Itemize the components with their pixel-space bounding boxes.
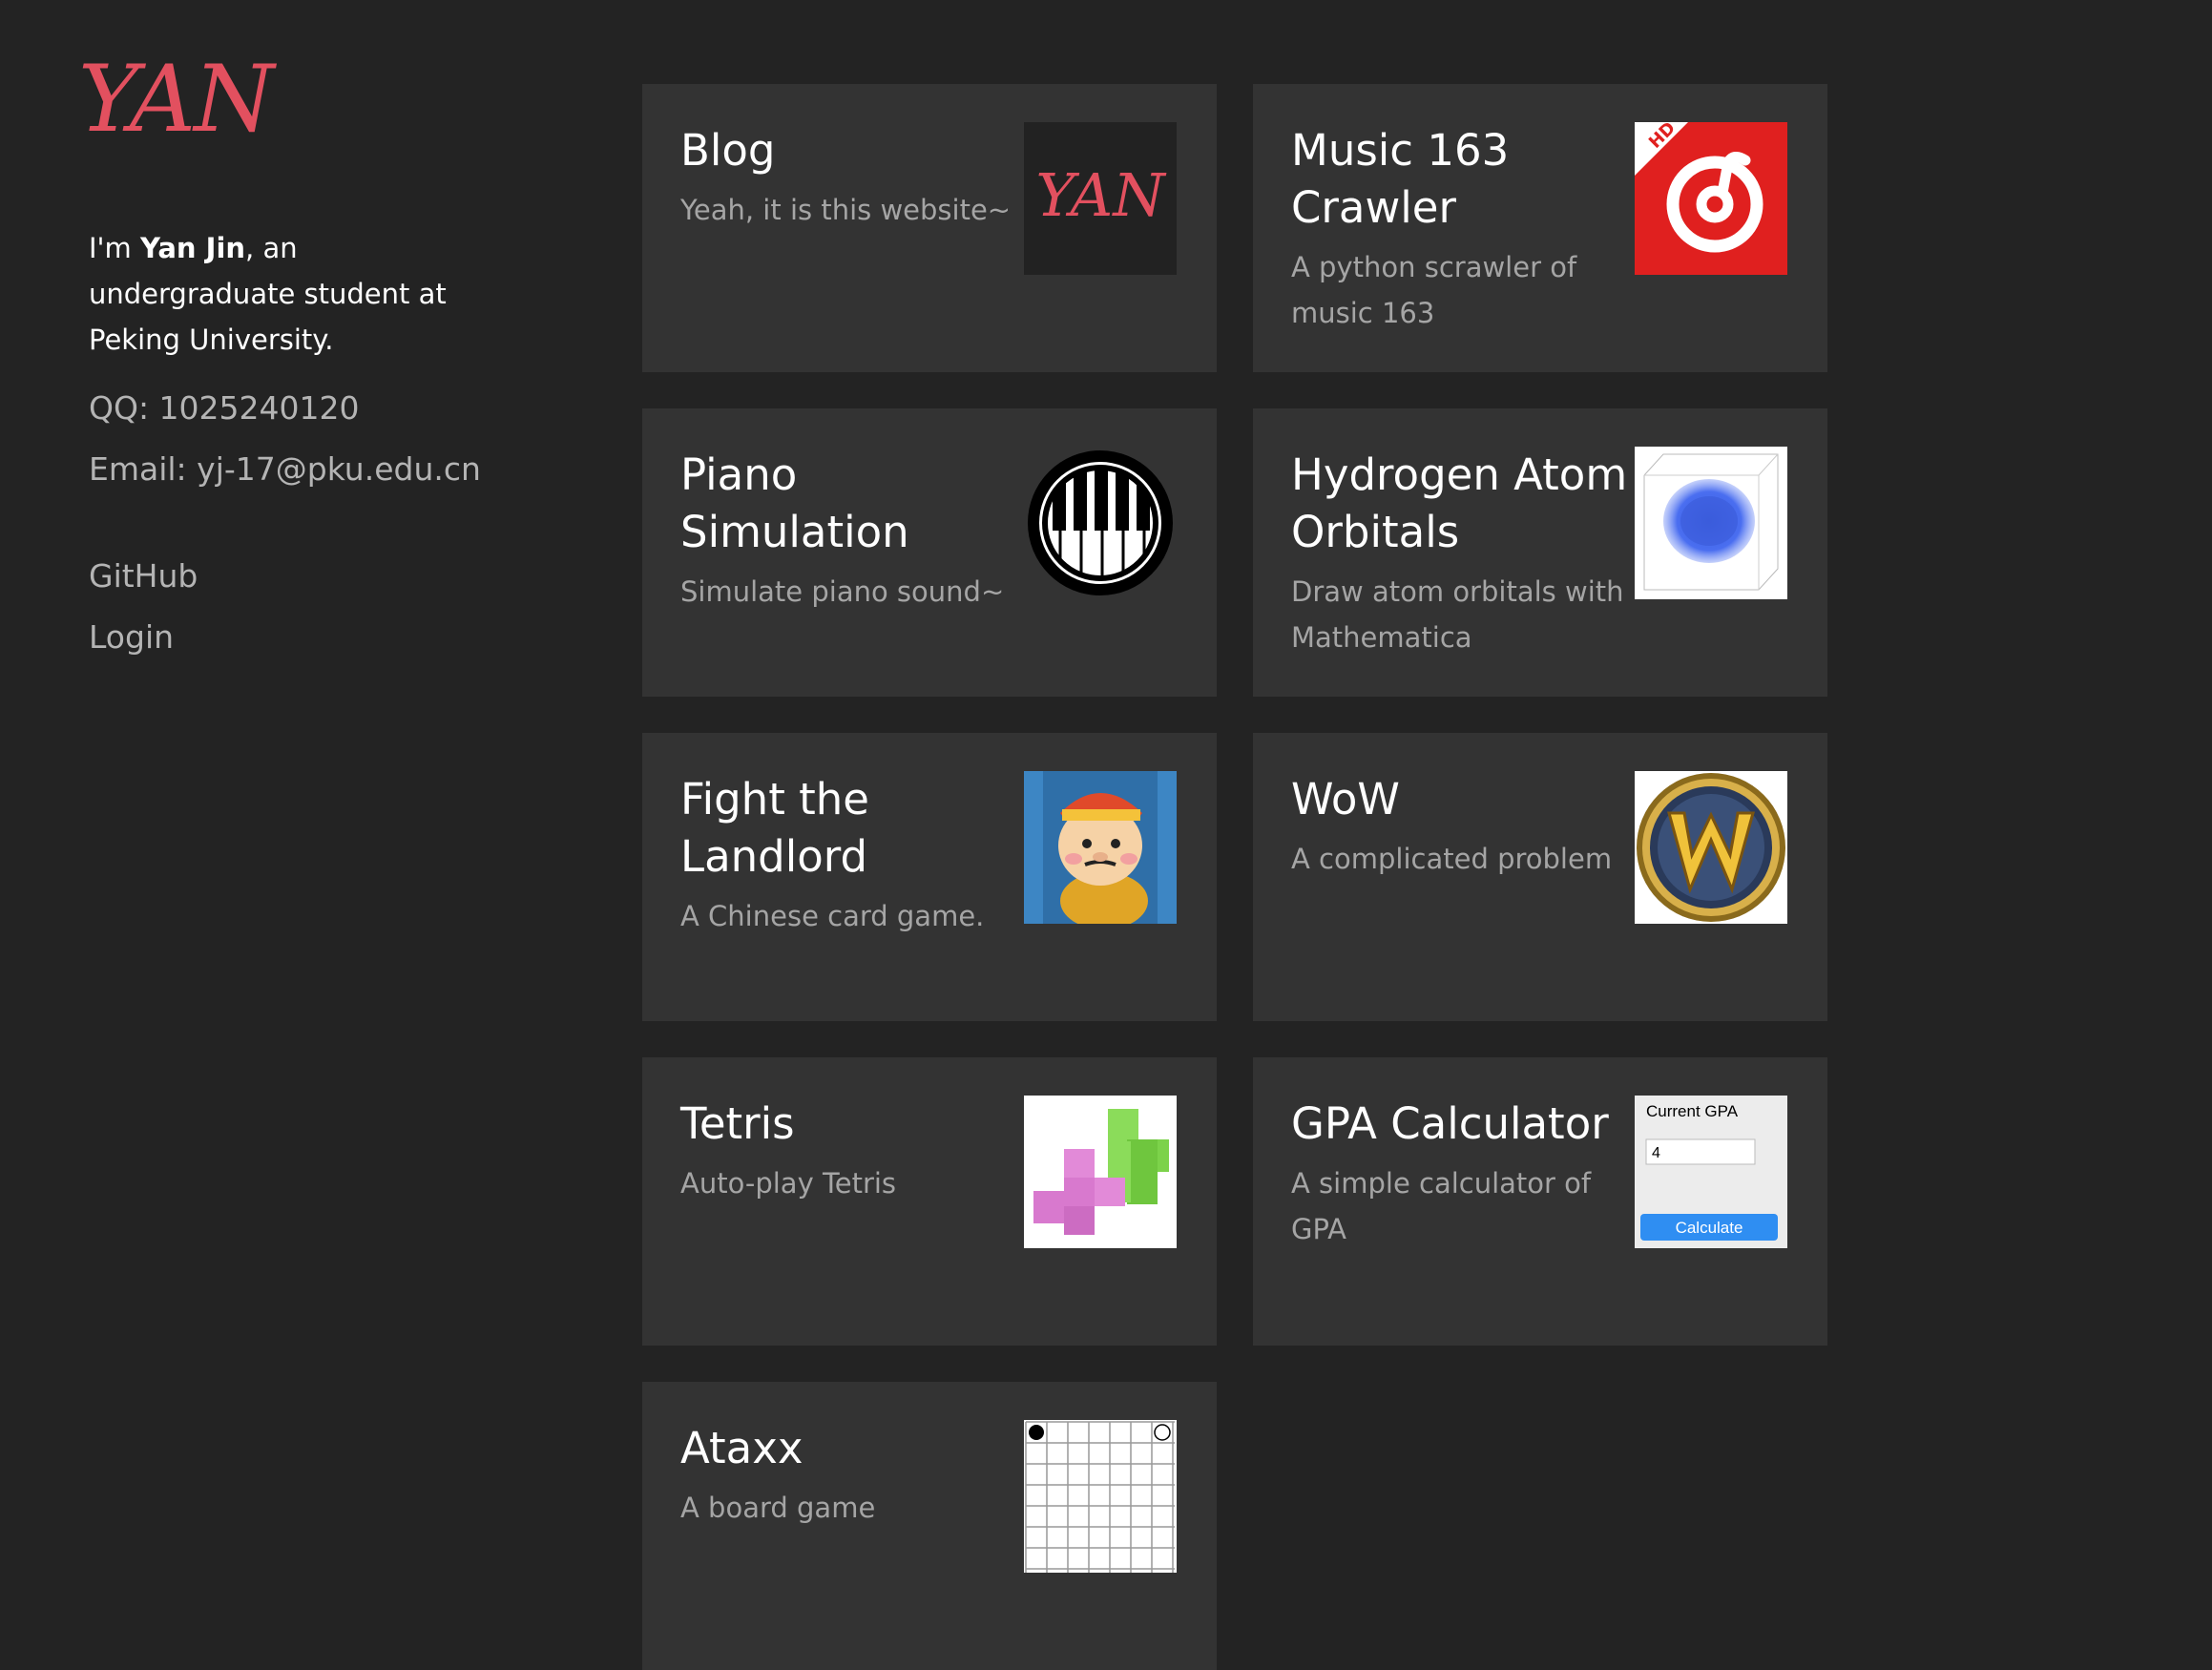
svg-text:4: 4 [1652, 1145, 1660, 1161]
card-description: Yeah, it is this website~ [680, 194, 1012, 226]
project-card-tetris[interactable]: Tetris Auto-play Tetris [642, 1057, 1217, 1346]
card-title: WoW [1291, 774, 1400, 825]
card-title: Hydrogen Atom Orbitals [1291, 449, 1628, 557]
yan-logo-thumb: YAN [1024, 122, 1177, 275]
orbital-plot [1635, 447, 1787, 599]
github-link[interactable]: GitHub [89, 557, 198, 595]
card-description: A Chinese card game. [680, 900, 985, 932]
card-title: Music 163 Crawler [1291, 125, 1510, 233]
card-title: Ataxx [680, 1423, 803, 1473]
white-piece [1154, 1424, 1171, 1441]
card-description: A simple calculator of GPA [1291, 1167, 1592, 1245]
card-description: A board game [680, 1492, 876, 1524]
card-description: Simulate piano sound~ [680, 575, 1005, 608]
card-description: A complicated problem [1291, 843, 1613, 875]
svg-text:Current GPA: Current GPA [1646, 1102, 1739, 1120]
netease-music-icon: HD [1635, 122, 1787, 275]
qq-contact: QQ: 1025240120 [89, 389, 360, 427]
tetris-blocks-icon [1024, 1096, 1177, 1248]
card-description: Auto-play Tetris [680, 1167, 897, 1200]
intro-name: Yan Jin [140, 232, 246, 264]
project-card-gpa[interactable]: GPA Calculator A simple calculator of GP… [1253, 1057, 1827, 1346]
gpa-calculator-thumb: Current GPA 4 Calculate [1635, 1096, 1787, 1248]
piano-icon [1024, 447, 1177, 599]
intro-prefix: I'm [89, 232, 140, 264]
project-card-piano[interactable]: Piano Simulation Simulate piano sound~ [642, 408, 1217, 697]
site-logo[interactable]: YAN [78, 53, 274, 145]
login-link[interactable]: Login [89, 618, 174, 656]
black-piece [1029, 1425, 1044, 1440]
card-description: Draw atom orbitals with Mathematica [1291, 575, 1624, 654]
card-description: A python scrawler of music 163 [1291, 251, 1577, 329]
project-card-blog[interactable]: Blog Yeah, it is this website~ YAN [642, 84, 1217, 372]
project-card-wow[interactable]: WoW A complicated problem [1253, 733, 1827, 1021]
card-title: Piano Simulation [680, 449, 909, 557]
email-contact: Email: yj-17@pku.edu.cn [89, 450, 481, 488]
card-title: GPA Calculator [1291, 1098, 1609, 1149]
landlord-character-icon [1024, 771, 1177, 924]
card-title: Fight the Landlord [680, 774, 869, 882]
project-card-music163[interactable]: Music 163 Crawler A python scrawler of m… [1253, 84, 1827, 372]
intro-text: I'm Yan Jin, an undergraduate student at… [89, 225, 509, 363]
sidebar: YAN I'm Yan Jin, an undergraduate studen… [0, 0, 592, 1531]
svg-text:YAN: YAN [1035, 160, 1167, 230]
card-title: Tetris [680, 1098, 795, 1149]
ataxx-board-thumb [1024, 1420, 1177, 1573]
project-card-hydrogen[interactable]: Hydrogen Atom Orbitals Draw atom orbital… [1253, 408, 1827, 697]
svg-text:Calculate: Calculate [1676, 1219, 1743, 1237]
project-card-ataxx[interactable]: Ataxx A board game [642, 1382, 1217, 1670]
wow-logo-icon [1635, 771, 1787, 924]
card-title: Blog [680, 125, 776, 176]
project-card-landlord[interactable]: Fight the Landlord A Chinese card game. [642, 733, 1217, 1021]
